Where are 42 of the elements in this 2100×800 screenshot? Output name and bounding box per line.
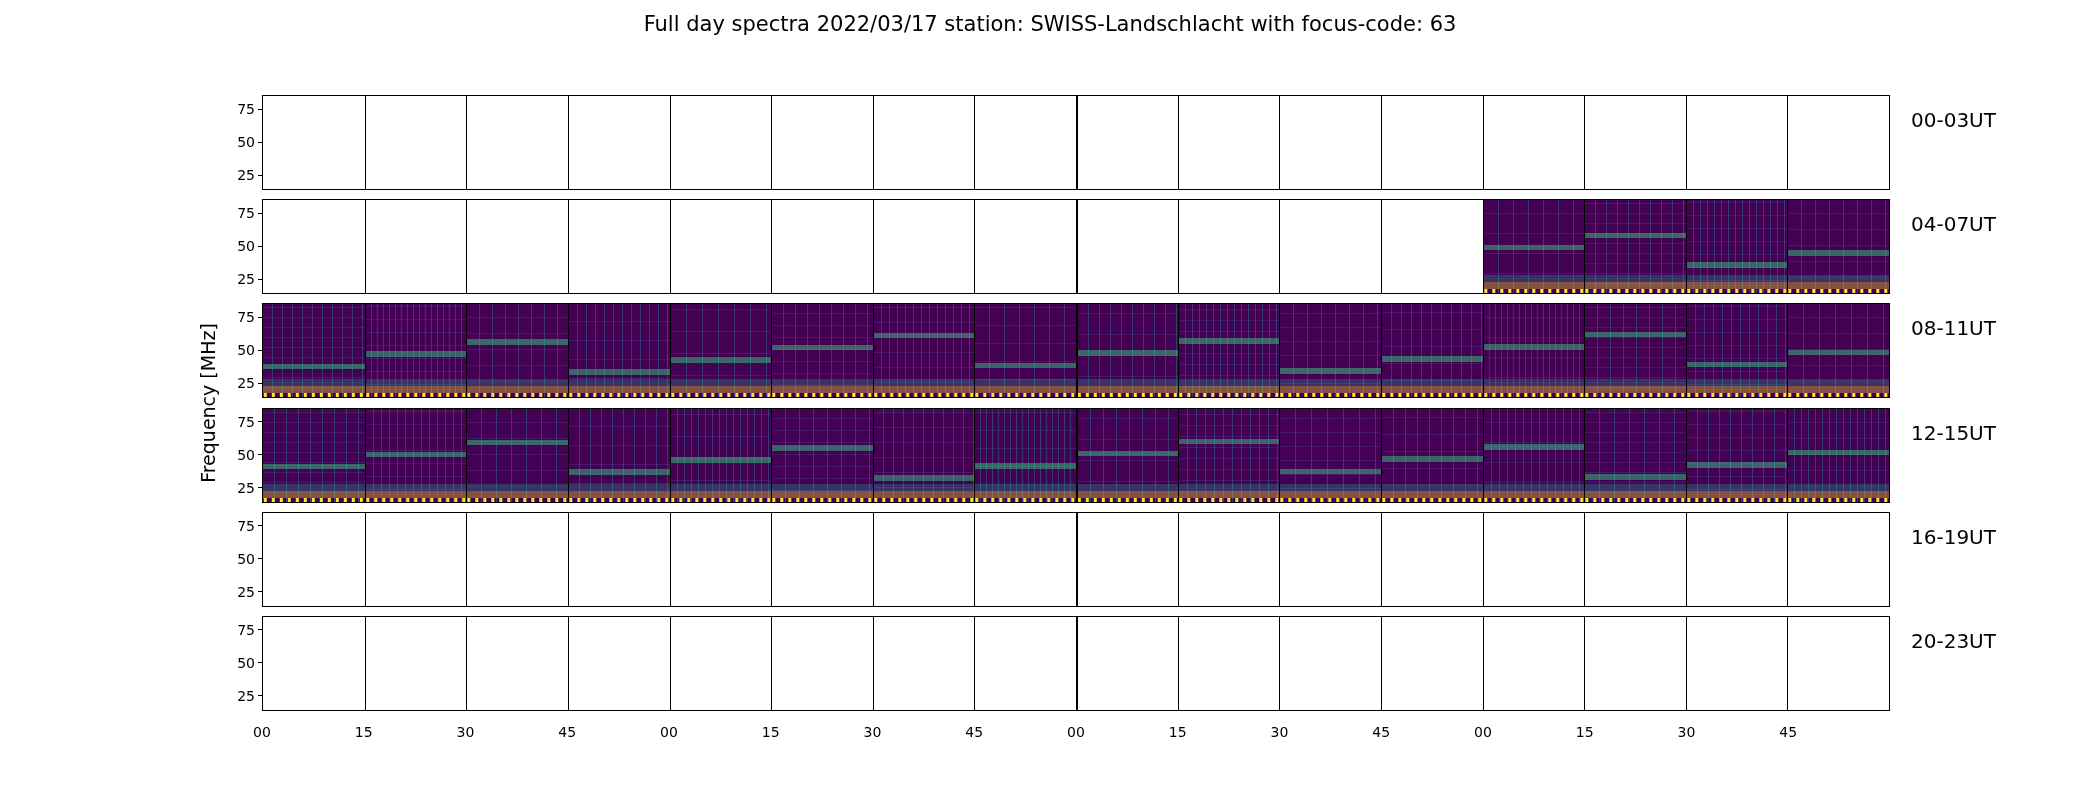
tick-label: 25 xyxy=(237,271,255,288)
row-label: 12-15UT xyxy=(1910,420,1997,445)
tick-label: 30 xyxy=(863,724,882,741)
tick-label: 45 xyxy=(1372,724,1391,741)
tick-label: 25 xyxy=(237,479,255,496)
tick-label: 15 xyxy=(1575,724,1594,741)
tick-label: 25 xyxy=(237,687,255,704)
tick-label: 45 xyxy=(1779,724,1798,741)
tick-label: 75 xyxy=(237,101,255,117)
tick-label: 00 xyxy=(253,724,271,741)
row-label: 04-07UT xyxy=(1910,212,1997,237)
tick-label: 25 xyxy=(237,375,255,392)
row-label: 16-19UT xyxy=(1910,524,1997,549)
tick-label: 45 xyxy=(558,724,577,741)
row-label: 00-03UT xyxy=(1910,108,1997,132)
row-label: 20-23UT xyxy=(1910,628,1997,653)
tick-label: 25 xyxy=(237,583,255,600)
tick-label: 25 xyxy=(237,167,255,183)
tick-label: 00 xyxy=(1474,724,1492,741)
tick-label: 15 xyxy=(761,724,780,741)
tick-label: 75 xyxy=(237,621,255,638)
tick-label: 50 xyxy=(237,134,255,150)
tick-label: 30 xyxy=(1677,724,1696,741)
tick-label: 50 xyxy=(237,342,255,359)
tick-label: 15 xyxy=(354,724,373,741)
tick-label: 50 xyxy=(237,550,255,567)
tick-label: 15 xyxy=(1168,724,1187,741)
tick-label: 75 xyxy=(237,309,255,326)
tick-label: 30 xyxy=(1270,724,1289,741)
tick-label: 00 xyxy=(660,724,678,741)
tick-label: 75 xyxy=(237,205,255,222)
row-label: 08-11UT xyxy=(1910,316,1997,341)
tick-label: 75 xyxy=(237,517,255,534)
tick-label: 30 xyxy=(456,724,475,741)
tick-label: 00 xyxy=(1067,724,1085,741)
tick-label: 50 xyxy=(237,238,255,255)
tick-label: 50 xyxy=(237,446,255,463)
axis-label: Frequency [MHz] xyxy=(197,323,219,483)
tick-label: 50 xyxy=(237,654,255,671)
tick-label: 75 xyxy=(237,413,255,430)
figure-title: Full day spectra 2022/03/17 station: SWISS-Landschlacht with focus-code: 63 xyxy=(643,12,1457,36)
tick-label: 45 xyxy=(965,724,984,741)
